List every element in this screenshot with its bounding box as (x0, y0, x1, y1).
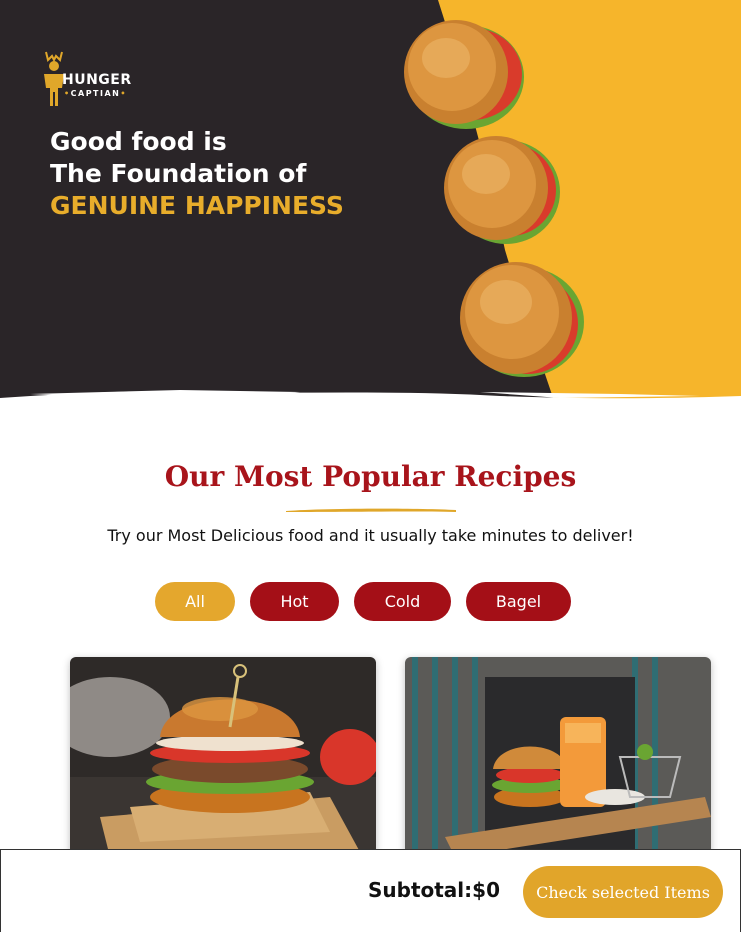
brand-logo[interactable]: HUNGER •CAPTIAN• (42, 50, 142, 108)
filter-cold-button[interactable]: Cold (354, 582, 451, 621)
recipe-card[interactable] (405, 657, 711, 857)
hero-line-3: GENUINE HAPPINESS (50, 191, 344, 220)
filter-bar: All Hot Cold Bagel (0, 582, 741, 622)
filter-all-button[interactable]: All (155, 582, 235, 621)
hero-line-2: The Foundation of (50, 159, 307, 188)
title-underline (286, 508, 456, 512)
section-subtitle: Try our Most Delicious food and it usual… (107, 526, 634, 545)
subtotal-text: Subtotal:$0 (367, 878, 500, 902)
hero-headline: Good food is The Foundation of GENUINE H… (50, 126, 344, 222)
filter-bagel-button[interactable]: Bagel (466, 582, 571, 621)
brand-name-bottom: •CAPTIAN• (64, 89, 127, 98)
cart-footer: Subtotal:$0 Check selected Items (0, 849, 741, 932)
check-selected-items-button[interactable]: Check selected Items (523, 866, 723, 918)
section-title: Our Most Popular Recipes (164, 460, 577, 493)
brush-divider (0, 390, 741, 418)
recipe-card[interactable] (70, 657, 376, 857)
hero-banner: HUNGER •CAPTIAN• Good food is The Founda… (0, 0, 741, 418)
filter-hot-button[interactable]: Hot (250, 582, 339, 621)
hero-line-1: Good food is (50, 127, 227, 156)
burger-photo (70, 657, 376, 857)
burger-tray-photo (405, 657, 711, 857)
brand-name-top: HUNGER (62, 72, 132, 88)
burger-image-stack (404, 20, 584, 377)
